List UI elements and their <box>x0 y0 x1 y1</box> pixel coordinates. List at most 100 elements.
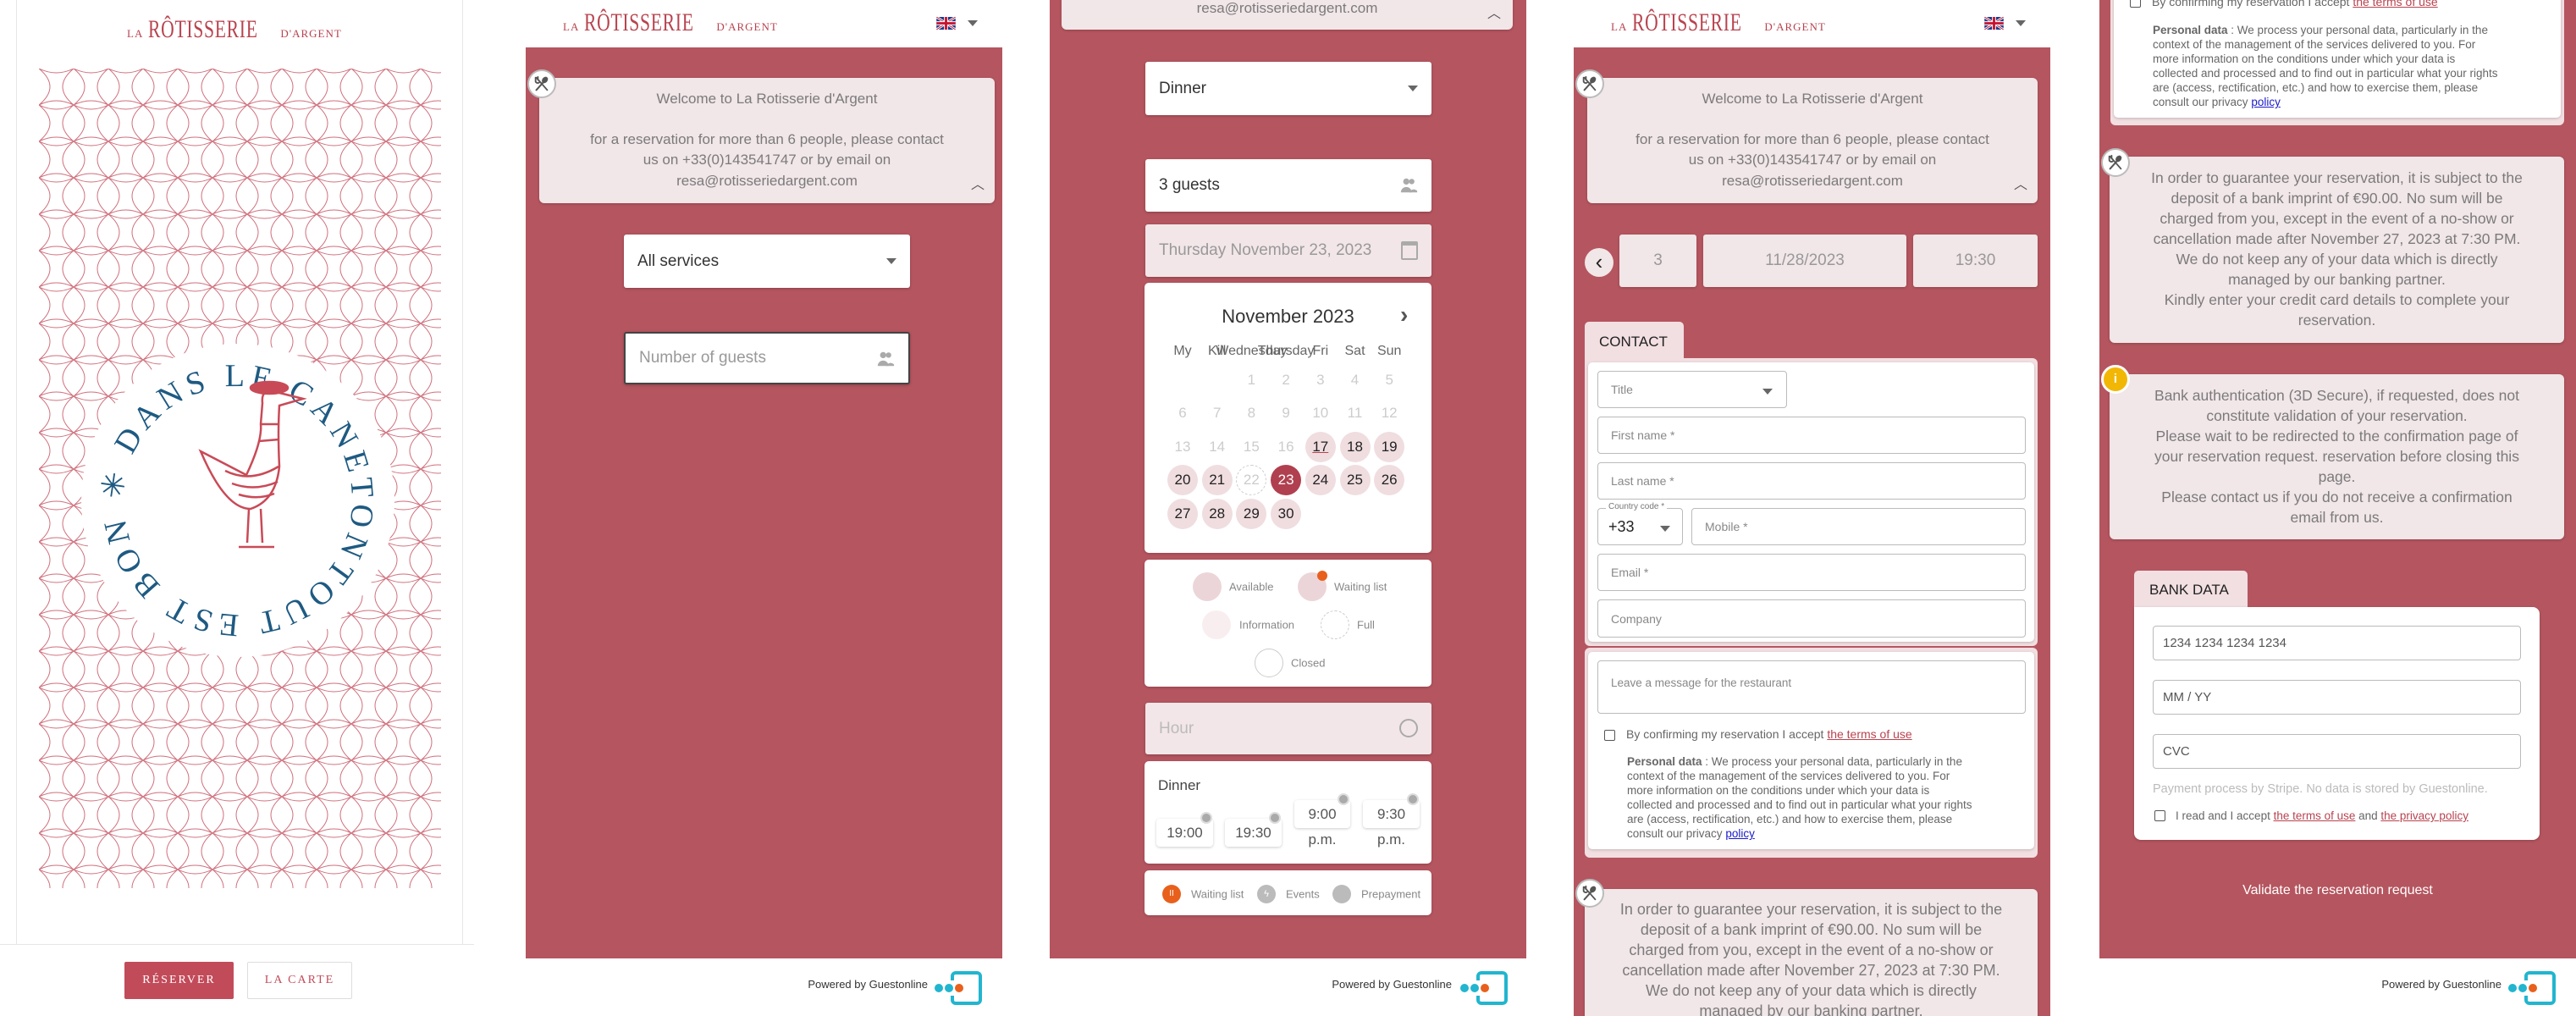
uk-flag-icon[interactable] <box>1984 17 2004 30</box>
and-text: and <box>2355 809 2381 822</box>
privacy-policy-link[interactable]: the privacy policy <box>2380 809 2468 822</box>
service-select[interactable]: All services <box>624 235 910 288</box>
card-number-input[interactable]: 1234 1234 1234 1234 <box>2153 626 2521 660</box>
fork-spoon-icon <box>1575 69 1604 98</box>
calendar-day-unavailable: 6 <box>1178 405 1187 421</box>
guestonline-logo-icon[interactable] <box>2507 970 2557 1006</box>
country-code-select[interactable]: +33 <box>1597 508 1683 545</box>
personal-data-line: more information on the conditions under… <box>2153 52 2455 66</box>
closed-swatch <box>1255 649 1283 677</box>
calendar-day-available[interactable]: 25 <box>1339 465 1371 495</box>
email-input[interactable]: Email * <box>1597 554 2026 591</box>
info-line: We do not keep any of your data which is… <box>2176 251 2498 268</box>
card-icon <box>1332 885 1351 903</box>
personal-data-line: collected and processed and to find out … <box>2153 66 2498 80</box>
calendar-day-unavailable: 12 <box>1381 405 1398 421</box>
guestonline-logo-icon[interactable] <box>934 970 983 1006</box>
cvc-input[interactable]: CVC <box>2153 734 2521 769</box>
calendar-day-available[interactable]: 19 <box>1374 432 1405 462</box>
language-dropdown-icon[interactable] <box>968 20 978 26</box>
expiry-input[interactable]: MM / YY <box>2153 680 2521 715</box>
message-textarea[interactable]: Leave a message for the restaurant <box>1597 660 2026 714</box>
calendar-day-available[interactable]: 28 <box>1201 499 1233 529</box>
title-select[interactable]: Title <box>1597 371 1787 408</box>
terms-of-use-link[interactable]: the terms of use <box>1827 727 1911 741</box>
title-placeholder: Title <box>1611 383 1633 396</box>
deposit-info-box: In order to guarantee your reservation, … <box>2110 157 2564 343</box>
terms-of-use-link[interactable]: the terms of use <box>2353 0 2437 8</box>
calendar-day-available[interactable]: 30 <box>1271 499 1302 529</box>
guests-input[interactable]: 3 guests <box>1145 159 1431 212</box>
company-input[interactable]: Company <box>1597 599 2026 638</box>
terms-checkbox[interactable] <box>2130 0 2141 8</box>
uk-flag-icon[interactable] <box>936 17 956 30</box>
service-select[interactable]: Dinner <box>1145 62 1431 115</box>
reserve-button[interactable]: RÉSERVER <box>124 962 234 999</box>
logo-prefix: LA <box>563 20 580 33</box>
calendar-day-available[interactable]: 26 <box>1374 465 1405 495</box>
mobile-input[interactable]: Mobile * <box>1691 508 2026 545</box>
back-button[interactable]: ‹ <box>1585 248 1613 277</box>
calendar-day-unavailable: 10 <box>1312 405 1329 421</box>
guestonline-logo-icon[interactable] <box>1459 970 1509 1006</box>
terms-prefix: By confirming my reservation I accept <box>1626 727 1828 741</box>
weekday-header: Sun <box>1376 344 1402 358</box>
accept-terms-checkbox[interactable] <box>2154 810 2165 821</box>
guests-input[interactable]: Number of guests <box>624 332 910 384</box>
calendar-day-available[interactable]: 17 <box>1305 432 1336 462</box>
legend-available: Available <box>1229 580 1274 594</box>
pause-icon: II <box>1162 885 1181 903</box>
summary-date[interactable]: 11/28/2023 <box>1703 235 1906 287</box>
bank-data-tab[interactable]: BANK DATA <box>2134 571 2248 607</box>
collapse-chevron-icon[interactable]: ︿ <box>1487 2 1501 22</box>
clock-icon <box>1399 719 1418 737</box>
calendar-day-unavailable: 4 <box>1350 372 1360 388</box>
prepayment-icon <box>1200 812 1212 824</box>
terms-checkbox[interactable] <box>1604 730 1615 741</box>
calendar-day-unavailable: 9 <box>1282 405 1290 421</box>
first-name-input[interactable]: First name * <box>1597 417 2026 454</box>
personal-data-line: more information on the conditions under… <box>1627 783 1929 798</box>
language-dropdown-icon[interactable] <box>2016 20 2026 26</box>
privacy-policy-link[interactable]: policy <box>2251 96 2281 108</box>
calendar-day-available[interactable]: 24 <box>1305 465 1336 495</box>
menu-button[interactable]: LA CARTE <box>247 962 352 999</box>
chevron-down-icon <box>1408 86 1418 91</box>
calendar-day-selected[interactable]: 23 <box>1271 465 1302 495</box>
last-name-input[interactable]: Last name * <box>1597 462 2026 500</box>
calendar-day-available[interactable]: 27 <box>1167 499 1198 529</box>
info-line: In order to guarantee your reservation, … <box>1619 901 2003 918</box>
summary-time[interactable]: 19:30 <box>1913 235 2038 287</box>
calendar-day-available[interactable]: 18 <box>1339 432 1371 462</box>
contact-tab[interactable]: CONTACT <box>1585 322 1684 362</box>
powered-by-text: Powered by Guestonline <box>1332 978 1452 991</box>
personal-data-text: more information on the conditions under… <box>2153 52 2456 65</box>
welcome-info-box: resa@rotisseriedargent.com ︿ <box>1062 0 1513 30</box>
date-input[interactable]: Thursday November 23, 2023 <box>1145 224 1431 277</box>
validate-reservation-button[interactable]: Validate the reservation request <box>2099 883 2576 898</box>
next-month-chevron-icon[interactable]: › <box>1400 301 1408 329</box>
summary-guests[interactable]: 3 <box>1619 235 1696 287</box>
calendar-day-available[interactable]: 20 <box>1167 465 1198 495</box>
country-code-label: Country code * <box>1606 502 1668 511</box>
welcome-line: for a reservation for more than 6 people… <box>1636 131 1989 147</box>
terms-of-use-link[interactable]: the terms of use <box>2274 809 2356 822</box>
date-value: Thursday November 23, 2023 <box>1159 241 1372 259</box>
bank-authentication-info-box: Bank authentication (3D Secure), if requ… <box>2110 374 2564 539</box>
first-name-placeholder: First name * <box>1611 428 1675 442</box>
privacy-policy-link[interactable]: policy <box>1725 827 1755 840</box>
welcome-line: resa@rotisseriedargent.com <box>1722 173 1903 189</box>
legend-closed: Closed <box>1291 656 1326 670</box>
info-line: Bank authentication (3D Secure), if requ… <box>2154 387 2519 404</box>
info-line: deposit of a bank imprint of €90.00. No … <box>1640 921 1983 938</box>
welcome-line: us on +33(0)143541747 or by email on <box>643 152 891 168</box>
hour-input[interactable]: Hour <box>1145 703 1431 754</box>
personal-data-line: are (access, rectification, etc.) and ho… <box>1627 812 1952 826</box>
calendar-day-available[interactable]: 21 <box>1201 465 1233 495</box>
collapse-chevron-icon[interactable]: ︿ <box>2014 173 2027 193</box>
collapse-chevron-icon[interactable]: ︿ <box>971 173 985 193</box>
divider <box>16 0 17 944</box>
legend-information: Information <box>1239 618 1295 632</box>
legend-full: Full <box>1357 618 1375 632</box>
logo-prefix: LA <box>127 27 144 40</box>
